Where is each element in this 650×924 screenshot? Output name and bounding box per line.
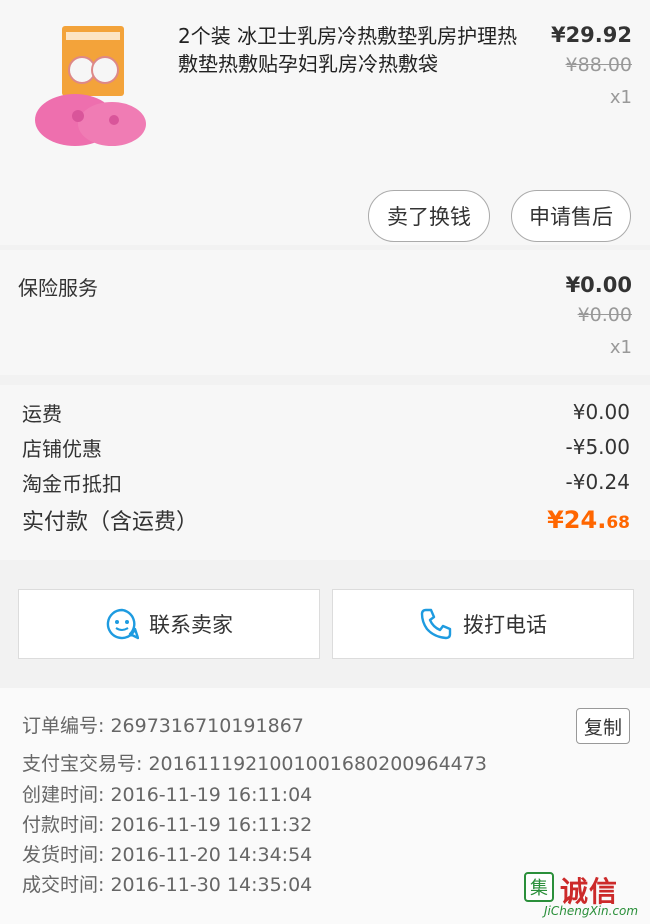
insurance-original-price: ¥0.00 [577,304,632,326]
coin-deduction-label: 淘金币抵扣 [22,471,122,496]
coin-deduction-row: 淘金币抵扣 -¥0.24 [22,465,630,499]
product-quantity: x1 [609,87,632,108]
paid-time-label: 付款时间: [22,814,105,836]
total-paid-main: ¥24. [547,506,607,534]
product-price: ¥29.92 [550,23,632,47]
call-phone-label: 拨打电话 [463,613,547,637]
alipay-number-row: 支付宝交易号: 2016111921001001680200964473 [22,750,487,778]
insurance-price-column: ¥0.00 ¥0.00 x1 [566,270,632,366]
watermark: 集 诚信 JiChengXin.com [524,872,644,920]
order-number-row[interactable]: 订单编号: 2697316710191867 [22,712,304,740]
watermark-url: JiChengXin.com [544,904,639,918]
phone-icon [420,608,452,640]
call-phone-button[interactable]: 拨打电话 [332,589,634,659]
paid-time-row: 付款时间: 2016-11-19 16:11:32 [22,811,312,839]
product-image-icon [35,26,146,146]
closed-time-value: 2016-11-30 14:35:04 [110,874,313,896]
fee-summary: 运费 ¥0.00 店铺优惠 -¥5.00 淘金币抵扣 -¥0.24 实付款（含运… [0,385,650,560]
paid-time-value: 2016-11-19 16:11:32 [110,814,313,836]
coin-deduction-value: -¥0.24 [565,470,630,494]
shop-discount-row: 店铺优惠 -¥5.00 [22,430,630,464]
product-original-price: ¥88.00 [565,54,632,76]
alipay-number-value: 2016111921001001680200964473 [148,753,487,775]
closed-time-row: 成交时间: 2016-11-30 14:35:04 [22,871,312,899]
after-sale-button[interactable]: 申请售后 [511,190,631,242]
closed-time-label: 成交时间: [22,874,105,896]
contact-bar: 联系卖家 拨打电话 [0,575,650,675]
watermark-logo-icon: 集 [524,872,554,902]
shipped-time-value: 2016-11-20 14:34:54 [110,844,313,866]
insurance-service-item: 保险服务 ¥0.00 ¥0.00 x1 [0,250,650,375]
order-number-value[interactable]: 2697316710191867 [110,715,303,737]
shop-discount-label: 店铺优惠 [22,436,102,461]
alipay-number-label: 支付宝交易号: [22,753,143,775]
shipping-value: ¥0.00 [572,400,630,424]
total-paid-label: 实付款（含运费） [22,510,199,535]
shop-discount-value: -¥5.00 [565,435,630,459]
shipping-label: 运费 [22,401,62,426]
product-thumbnail[interactable] [30,20,160,150]
product-title[interactable]: 2个装 冰卫士乳房冷热敷垫乳房护理热敷垫热敷贴孕妇乳房冷热敷袋 [178,22,518,78]
copy-button[interactable]: 复制 [576,708,630,744]
total-paid-row: 实付款（含运费） ¥24.68 [22,503,630,537]
insurance-label: 保险服务 [18,276,98,300]
shipped-time-label: 发货时间: [22,844,105,866]
insurance-price: ¥0.00 [565,273,632,297]
insurance-quantity: x1 [609,337,632,358]
product-price-column: ¥29.92 ¥88.00 x1 [551,20,632,116]
contact-seller-button[interactable]: 联系卖家 [18,589,320,659]
contact-seller-label: 联系卖家 [149,613,233,637]
created-time-value: 2016-11-19 16:11:04 [110,784,313,806]
sell-button[interactable]: 卖了换钱 [368,190,490,242]
chat-bubble-icon [106,608,139,640]
total-paid-amount: ¥24.68 [547,506,630,534]
shipping-row: 运费 ¥0.00 [22,395,630,429]
product-card[interactable]: 2个装 冰卫士乳房冷热敷垫乳房护理热敷垫热敷贴孕妇乳房冷热敷袋 ¥29.92 ¥… [0,0,650,245]
shipped-time-row: 发货时间: 2016-11-20 14:34:54 [22,841,312,869]
order-number-label: 订单编号: [22,715,105,737]
created-time-label: 创建时间: [22,784,105,806]
total-paid-cents: 68 [606,513,630,533]
created-time-row: 创建时间: 2016-11-19 16:11:04 [22,781,312,809]
